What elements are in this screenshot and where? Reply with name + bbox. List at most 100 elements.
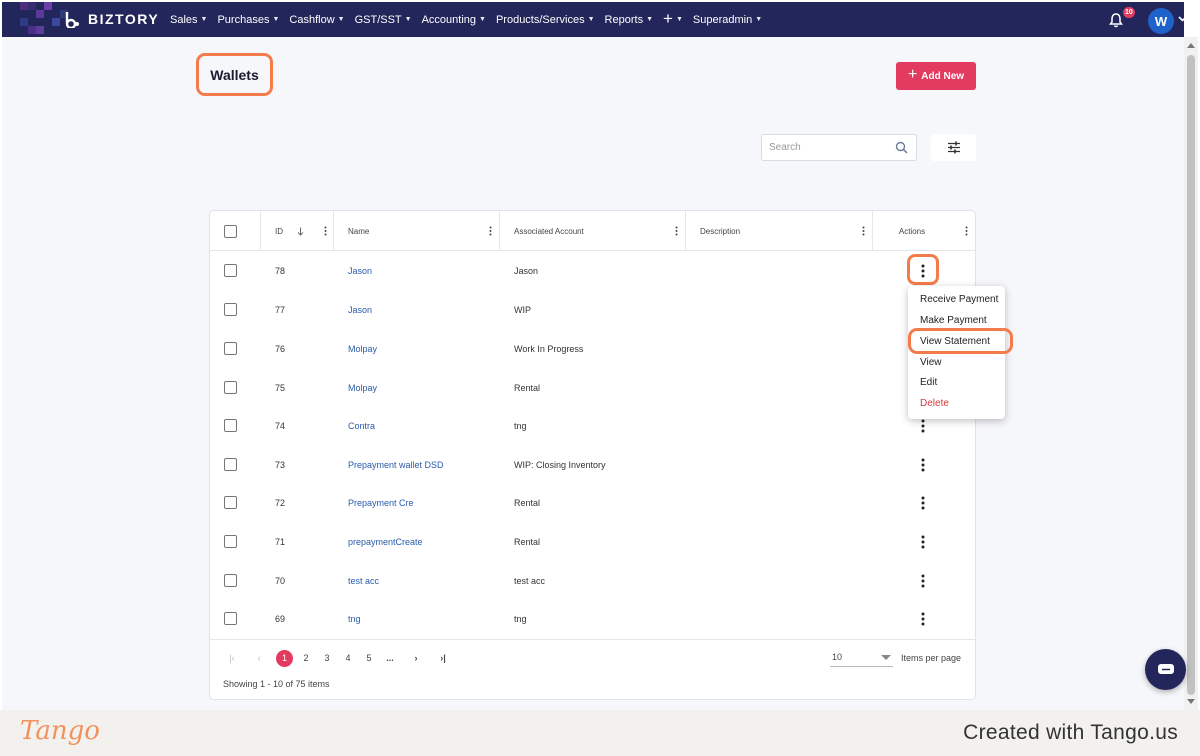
chat-launcher-button[interactable] — [1145, 649, 1186, 690]
row-checkbox-cell — [224, 599, 237, 638]
user-avatar[interactable]: W — [1148, 8, 1174, 34]
row-name-link[interactable]: Molpay — [348, 368, 377, 407]
more-vertical-icon[interactable] — [921, 419, 925, 433]
table-row[interactable]: 76 Molpay Work In Progress — [210, 329, 975, 368]
row-checkbox[interactable] — [224, 303, 237, 316]
nav-reports[interactable]: Reports ▼ — [605, 14, 653, 26]
row-name-link[interactable]: tng — [348, 599, 361, 638]
menu-edit[interactable]: Edit — [920, 377, 937, 388]
header-id-label: ID — [275, 226, 283, 236]
add-new-label: Add New — [921, 70, 965, 82]
table-row[interactable]: 72 Prepayment Cre Rental — [210, 483, 975, 522]
nav-gst-sst[interactable]: GST/SST ▼ — [355, 14, 412, 26]
row-checkbox-cell — [224, 406, 237, 445]
nav-quick-add[interactable]: + ▼ — [663, 10, 683, 27]
chevron-down-icon[interactable] — [1178, 14, 1187, 23]
table-row[interactable]: 71 prepaymentCreate Rental — [210, 522, 975, 561]
table-row[interactable]: 78 Jason Jason — [210, 251, 975, 290]
menu-delete[interactable]: Delete — [920, 398, 949, 409]
select-all-checkbox[interactable] — [224, 224, 237, 238]
row-actions-cell — [921, 445, 925, 484]
page-1-button[interactable]: 1 — [276, 650, 293, 667]
row-checkbox[interactable] — [224, 342, 237, 355]
row-checkbox[interactable] — [224, 458, 237, 471]
row-name-link[interactable]: prepaymentCreate — [348, 522, 423, 561]
more-vertical-icon[interactable] — [921, 496, 925, 510]
brand-name: BIZTORY — [88, 11, 160, 27]
column-menu-icon[interactable] — [324, 226, 327, 236]
row-account: WIP: Closing Inventory — [514, 459, 606, 470]
column-menu-icon[interactable] — [965, 226, 968, 236]
row-checkbox[interactable] — [224, 264, 237, 277]
row-checkbox[interactable] — [224, 574, 237, 587]
table-row[interactable]: 75 Molpay Rental — [210, 368, 975, 407]
search-input[interactable] — [762, 135, 882, 160]
column-menu-icon[interactable] — [862, 226, 865, 236]
add-new-button[interactable]: + Add New — [896, 62, 976, 90]
row-checkbox[interactable] — [224, 496, 237, 509]
column-menu-icon[interactable] — [489, 226, 492, 236]
caret-down-icon: ▼ — [587, 16, 595, 23]
header-id[interactable]: ID — [261, 211, 334, 251]
row-account: Work In Progress — [514, 343, 584, 354]
table-row[interactable]: 74 Contra tng — [210, 406, 975, 445]
more-vertical-icon[interactable] — [921, 458, 925, 472]
search-icon[interactable] — [895, 141, 908, 154]
scrollbar-thumb[interactable] — [1187, 55, 1195, 695]
page-5-button[interactable]: 5 — [364, 650, 374, 666]
row-name-link[interactable]: Jason — [348, 251, 372, 290]
header-associated-account[interactable]: Associated Account — [500, 211, 685, 251]
last-page-icon[interactable]: ›| — [437, 650, 449, 666]
row-checkbox[interactable] — [224, 535, 237, 548]
table-row[interactable]: 69 tng tng — [210, 599, 975, 638]
page-3-button[interactable]: 3 — [322, 650, 332, 666]
next-page-icon[interactable]: › — [411, 650, 421, 666]
row-name-link[interactable]: Molpay — [348, 329, 377, 368]
more-vertical-icon[interactable] — [921, 574, 925, 588]
prev-page-icon[interactable]: ‹ — [254, 650, 264, 666]
page-4-button[interactable]: 4 — [343, 650, 353, 666]
nav-sales[interactable]: Sales ▼ — [170, 14, 207, 26]
page-2-button[interactable]: 2 — [301, 650, 311, 666]
row-name-link[interactable]: Jason — [348, 290, 372, 329]
sort-descending-icon[interactable] — [297, 227, 304, 236]
nav-accounting[interactable]: Accounting ▼ — [422, 14, 486, 26]
biztory-logo-icon — [65, 12, 79, 28]
header-name[interactable]: Name — [334, 211, 499, 251]
more-vertical-icon[interactable] — [921, 612, 925, 626]
first-page-icon[interactable]: |‹ — [226, 650, 238, 666]
more-vertical-icon[interactable] — [921, 535, 925, 549]
more-pages-button[interactable]: ... — [383, 650, 397, 666]
row-checkbox[interactable] — [224, 612, 237, 625]
column-settings-button[interactable] — [931, 134, 976, 161]
row-name-link[interactable]: Prepayment wallet DSD — [348, 445, 444, 484]
menu-receive-payment[interactable]: Receive Payment — [920, 294, 998, 305]
row-id: 72 — [275, 497, 286, 508]
brand-logo[interactable]: BIZTORY — [64, 10, 159, 28]
page-scrollbar[interactable] — [1184, 37, 1198, 710]
row-account: Jason — [514, 265, 539, 276]
row-checkbox-cell — [224, 522, 237, 561]
row-id: 73 — [275, 459, 286, 470]
scroll-up-arrow-icon[interactable] — [1187, 43, 1195, 48]
row-name-link[interactable]: test acc — [348, 561, 379, 600]
nav-superadmin[interactable]: Superadmin ▼ — [693, 14, 762, 26]
nav-products-services[interactable]: Products/Services ▼ — [496, 14, 595, 26]
caret-down-icon: ▼ — [755, 16, 763, 23]
row-name-link[interactable]: Contra — [348, 406, 375, 445]
scroll-down-arrow-icon[interactable] — [1187, 699, 1195, 704]
menu-view[interactable]: View — [920, 357, 942, 368]
bell-icon[interactable] — [1108, 12, 1124, 28]
nav-cashflow[interactable]: Cashflow ▼ — [289, 14, 344, 26]
menu-make-payment[interactable]: Make Payment — [920, 315, 987, 326]
row-checkbox[interactable] — [224, 419, 237, 432]
table-row[interactable]: 70 test acc test acc — [210, 561, 975, 600]
page-size-select[interactable]: 10 — [830, 649, 893, 667]
header-description[interactable]: Description — [686, 211, 872, 251]
column-menu-icon[interactable] — [675, 226, 678, 236]
row-checkbox[interactable] — [224, 381, 237, 394]
table-row[interactable]: 73 Prepayment wallet DSD WIP: Closing In… — [210, 445, 975, 484]
row-name-link[interactable]: Prepayment Cre — [348, 483, 414, 522]
nav-purchases[interactable]: Purchases ▼ — [217, 14, 279, 26]
table-row[interactable]: 77 Jason WIP — [210, 290, 975, 329]
